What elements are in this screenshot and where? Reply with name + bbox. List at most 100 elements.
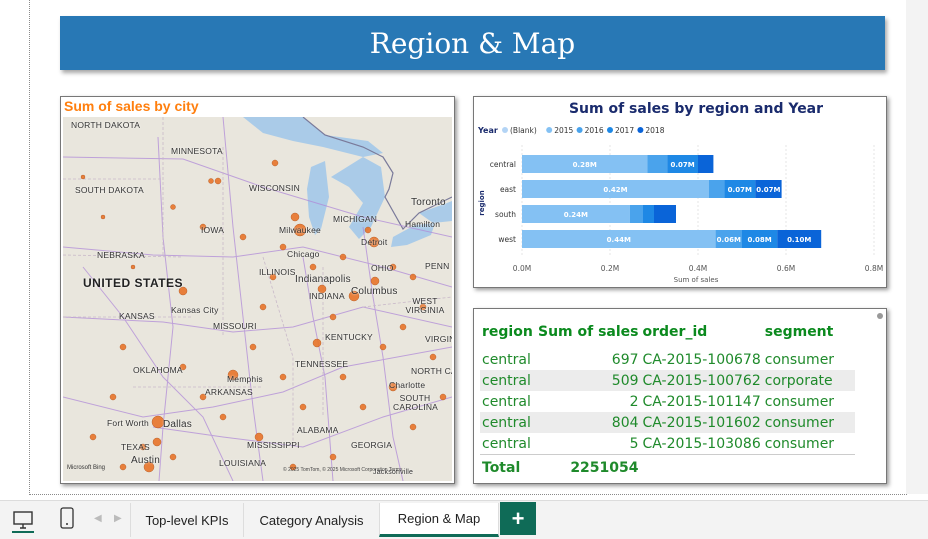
data-label: 0.06M — [717, 236, 741, 244]
col-header-sum-of-sales[interactable]: Sum of sales — [536, 315, 641, 349]
data-label: 0.28M — [573, 161, 597, 169]
map-label: Dallas — [163, 419, 192, 430]
orders-table[interactable]: region Sum of sales order_id segment cen… — [473, 308, 887, 484]
scrollbar-handle[interactable] — [877, 313, 883, 319]
map-attribution[interactable]: © 2025 TomTom, © 2025 Microsoft Corporat… — [283, 467, 402, 473]
cell-sales: 5 — [629, 435, 639, 452]
cell-region: central — [480, 370, 536, 391]
y-axis-title: region — [478, 190, 486, 215]
chart-legend[interactable]: (Blank) 2015 2016 2017 2018 — [502, 126, 665, 135]
map-label: TEXAS — [121, 442, 150, 452]
bar-segment — [643, 205, 654, 223]
data-label: 0.07M — [728, 186, 752, 194]
total-label: Total — [482, 460, 521, 476]
map-label: PENN — [425, 261, 450, 271]
map-label: MISSOURI — [213, 321, 257, 331]
page-tab-bar: ◀ ▶ Top-level KPIs Category Analysis Reg… — [0, 500, 928, 539]
bar-segment — [647, 155, 668, 173]
cell-order-id: CA-2015-100678 — [642, 351, 761, 368]
col-header-region[interactable]: region — [480, 315, 536, 349]
cell-region: central — [482, 393, 531, 410]
map-title: Sum of sales by city — [64, 98, 199, 114]
page-title-banner: Region & Map — [60, 16, 885, 70]
map-label: NORTH DAKOTA — [71, 120, 141, 130]
map-label: MICHIGAN — [333, 214, 378, 224]
category-label: east — [500, 185, 516, 194]
cell-sales: 804 — [536, 412, 641, 433]
col-header-order-id[interactable]: order_id — [641, 315, 763, 349]
map-canvas[interactable]: NORTH DAKOTA MINNESOTA SOUTH DAKOTA WISC… — [63, 117, 452, 481]
map-provider-logo: Microsoft Bing — [67, 465, 106, 471]
map-label: ILLINOIS — [259, 267, 296, 277]
data-label: 0.08M — [747, 236, 771, 244]
data-table: region Sum of sales order_id segment cen… — [480, 315, 855, 481]
cell-order-id: CA-2015-101147 — [642, 393, 761, 410]
bar-segment — [629, 205, 643, 223]
chart-category-labels: central east south west — [490, 160, 516, 244]
legend-entry: 2016 — [585, 126, 604, 135]
region-year-bar-chart[interactable]: Sum of sales by region and Year Year (Bl… — [473, 96, 887, 288]
map-label: Fort Worth — [107, 418, 149, 428]
x-tick-label: 0.6M — [777, 264, 795, 273]
total-value: 2251054 — [570, 460, 639, 476]
mobile-view-icon[interactable] — [60, 507, 74, 534]
legend-entry: 2017 — [615, 126, 634, 135]
map-label: Hamilton — [405, 219, 441, 229]
add-page-button[interactable]: + — [500, 502, 536, 535]
table-row[interactable]: central 697 CA-2015-100678 consumer — [480, 349, 855, 370]
table-row[interactable]: central 804 CA-2015-101602 consumer — [480, 412, 855, 433]
map-label: OKLAHOMA — [133, 365, 183, 375]
legend-entry: (Blank) — [510, 126, 537, 135]
cell-region: central — [482, 435, 531, 452]
legend-entry: 2018 — [645, 126, 664, 135]
data-label: 0.44M — [607, 236, 631, 244]
map-visual[interactable]: Sum of sales by city NORTH DAKOTA MINNES… — [60, 96, 455, 484]
table-header-row: region Sum of sales order_id segment — [480, 315, 855, 349]
tab-category-analysis[interactable]: Category Analysis — [243, 503, 380, 537]
bar-segment — [698, 155, 714, 173]
legend-marker — [546, 127, 553, 133]
map-label: INDIANA — [309, 291, 345, 301]
cell-sales: 2 — [629, 393, 639, 410]
scroll-right-icon[interactable]: ▶ — [114, 513, 122, 524]
bar-chart-svg: Sum of sales by region and Year Year (Bl… — [477, 101, 883, 284]
map-label: MINNESOTA — [171, 146, 223, 156]
map-label: Detroit — [361, 237, 388, 247]
map-label: TENNESSEE — [295, 359, 349, 369]
scroll-left-icon[interactable]: ◀ — [94, 513, 102, 524]
chart-bars[interactable]: 0.28M 0.07M 0.42M 0.07M 0.07M 0.24M 0.44M 0.06M… — [522, 155, 822, 248]
map-label: IOWA — [201, 225, 225, 235]
data-label: 0.24M — [564, 211, 588, 219]
legend-marker — [607, 127, 613, 133]
tab-region-map[interactable]: Region & Map — [379, 503, 499, 537]
tab-top-level-kpis[interactable]: Top-level KPIs — [130, 503, 244, 537]
data-label: 0.10M — [787, 236, 811, 244]
cell-segment: consumer — [764, 351, 835, 368]
cell-order-id: CA-2015-103086 — [642, 435, 761, 452]
map-label: Charlotte — [389, 380, 426, 390]
table-row[interactable]: central 509 CA-2015-100762 corporate — [480, 370, 855, 391]
map-label: MISSISSIPPI — [247, 440, 300, 450]
page-title: Region & Map — [369, 26, 576, 60]
data-label: 0.07M — [670, 161, 694, 169]
map-label: ALABAMA — [297, 425, 339, 435]
table-row[interactable]: central 2 CA-2015-101147 consumer — [480, 391, 855, 412]
cell-order-id: CA-2015-100762 — [640, 370, 763, 391]
cell-segment: corporate — [762, 370, 855, 391]
map-label: WISCONSIN — [249, 183, 300, 193]
map-label: Kansas City — [171, 305, 219, 315]
map-label: LOUISIANA — [219, 458, 267, 468]
desktop-view-icon[interactable] — [12, 509, 34, 538]
map-label: KENTUCKY — [325, 332, 373, 342]
map-label: NORTH CA — [411, 366, 452, 376]
chart-title: Sum of sales by region and Year — [569, 101, 823, 117]
map-label: SOUTH DAKOTA — [75, 185, 144, 195]
x-tick-label: 0.8M — [865, 264, 883, 273]
cell-segment: consumer — [764, 393, 835, 410]
map-label: WEST VIRGINIA — [405, 296, 445, 315]
map-label: KANSAS — [119, 311, 155, 321]
legend-marker — [637, 127, 644, 133]
x-tick-label: 0.0M — [513, 264, 531, 273]
table-row[interactable]: central 5 CA-2015-103086 consumer — [480, 433, 855, 455]
col-header-segment[interactable]: segment — [763, 315, 855, 349]
